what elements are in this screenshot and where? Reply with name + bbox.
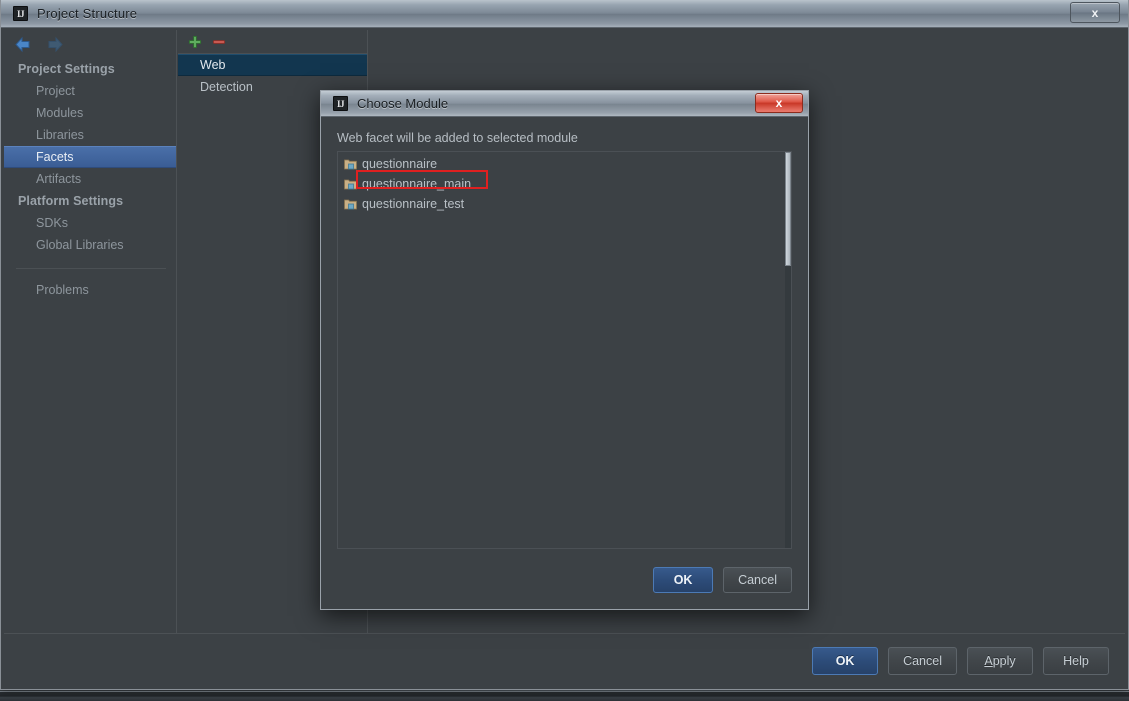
dialog-close-button[interactable]: x — [755, 93, 803, 113]
ok-button[interactable]: OK — [812, 646, 879, 675]
sidebar-item-libraries[interactable]: Libraries — [4, 124, 176, 146]
choose-module-dialog: IJ Choose Module x Web facet will be add… — [320, 90, 809, 610]
dialog-title: Choose Module — [357, 96, 449, 111]
dialog-button-bar: OK Cancel Apply Help — [4, 633, 1125, 687]
list-item[interactable]: questionnaire_main — [338, 174, 791, 194]
dialog-button-row: OK Cancel — [653, 567, 792, 593]
list-item[interactable]: questionnaire_test — [338, 194, 791, 214]
dialog-titlebar: IJ Choose Module x — [321, 91, 808, 117]
apply-mnemonic: A — [984, 653, 993, 668]
intellij-idea-icon: IJ — [333, 96, 348, 111]
facet-toolbar — [178, 30, 367, 54]
sidebar-item-facets[interactable]: Facets — [4, 146, 176, 168]
taskbar-strip — [0, 691, 1129, 701]
sidebar-item-artifacts[interactable]: Artifacts — [4, 168, 176, 190]
facet-label: Web — [200, 58, 226, 72]
dialog-cancel-button[interactable]: Cancel — [723, 567, 792, 593]
sidebar-item-global-libraries[interactable]: Global Libraries — [4, 234, 176, 256]
navigation-toolbar — [4, 30, 176, 58]
apply-label-rest: pply — [992, 653, 1016, 668]
close-button[interactable]: x — [1070, 2, 1120, 23]
dialog-ok-button[interactable]: OK — [653, 567, 714, 593]
sidebar-item-project[interactable]: Project — [4, 80, 176, 102]
sidebar-item-modules[interactable]: Modules — [4, 102, 176, 124]
scrollbar-thumb[interactable] — [785, 152, 791, 266]
plus-icon[interactable] — [188, 35, 202, 49]
apply-button[interactable]: Apply — [967, 646, 1033, 675]
window-title: Project Structure — [37, 6, 138, 21]
module-folder-icon — [344, 158, 357, 170]
sidebar-item-problems[interactable]: Problems — [4, 279, 176, 301]
intellij-idea-icon: IJ — [13, 6, 28, 21]
module-label: questionnaire_main — [362, 177, 472, 191]
minus-icon[interactable] — [212, 35, 226, 49]
module-label: questionnaire_test — [362, 197, 465, 211]
scrollbar-track[interactable] — [785, 152, 791, 548]
dialog-prompt-text: Web facet will be added to selected modu… — [337, 131, 578, 145]
facet-label: Detection — [200, 80, 253, 94]
settings-sidebar: Project Settings Project Modules Librari… — [4, 30, 177, 633]
module-folder-icon — [344, 178, 357, 190]
sidebar-divider — [16, 268, 166, 269]
help-button[interactable]: Help — [1043, 646, 1109, 675]
cancel-button[interactable]: Cancel — [888, 646, 957, 675]
dialog-body: Web facet will be added to selected modu… — [321, 117, 808, 609]
back-arrow-icon[interactable] — [14, 36, 33, 53]
list-item[interactable]: questionnaire — [338, 154, 791, 174]
sidebar-group-platform-settings: Platform Settings — [18, 194, 124, 208]
sidebar-group-project-settings: Project Settings — [18, 62, 115, 76]
module-label: questionnaire — [362, 157, 438, 171]
sidebar-item-sdks[interactable]: SDKs — [4, 212, 176, 234]
main-titlebar: IJ Project Structure x — [1, 0, 1128, 28]
forward-arrow-icon[interactable] — [45, 36, 64, 53]
facet-row-web[interactable]: Web — [178, 54, 367, 76]
module-list[interactable]: questionnaire questionnaire_main questio… — [337, 151, 792, 549]
module-folder-icon — [344, 198, 357, 210]
